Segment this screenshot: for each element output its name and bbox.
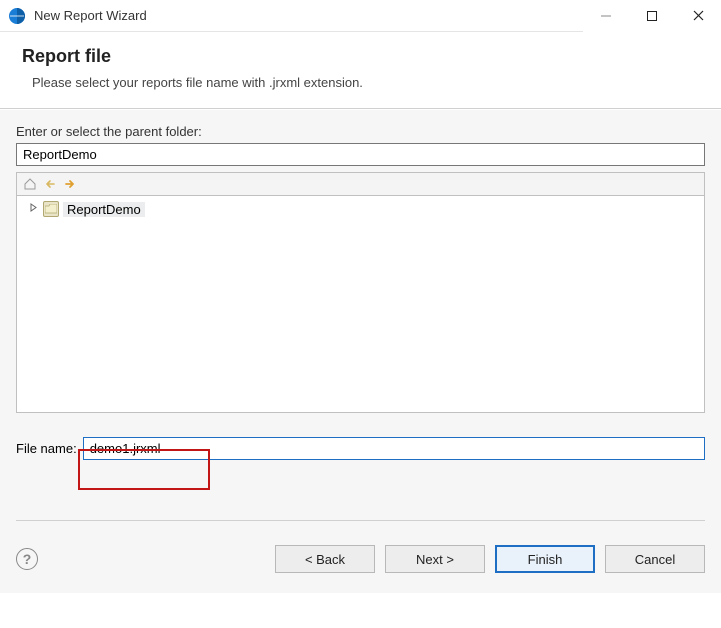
folder-nav-toolbar [16,172,705,195]
filename-row: File name: [16,437,705,460]
filename-label: File name: [16,441,77,456]
wizard-footer: ? < Back Next > Finish Cancel [0,531,721,593]
folder-open-icon [43,201,59,217]
page-title: Report file [22,46,699,67]
wizard-body: Enter or select the parent folder: Repor… [0,109,721,531]
app-icon [8,7,26,25]
window-controls [583,0,721,32]
tree-item[interactable]: ReportDemo [25,200,700,218]
footer-divider [16,520,705,521]
filename-input[interactable] [83,437,705,460]
home-icon[interactable] [22,176,38,192]
tree-expander-icon[interactable] [29,203,39,215]
minimize-button[interactable] [583,0,629,32]
window-title: New Report Wizard [34,8,147,23]
maximize-button[interactable] [629,0,675,32]
cancel-button[interactable]: Cancel [605,545,705,573]
back-arrow-icon[interactable] [42,176,58,192]
back-button[interactable]: < Back [275,545,375,573]
parent-folder-label: Enter or select the parent folder: [16,124,705,139]
help-icon[interactable]: ? [16,548,38,570]
forward-arrow-icon[interactable] [62,176,78,192]
parent-folder-input[interactable] [16,143,705,166]
titlebar: New Report Wizard [0,0,721,32]
page-subtitle: Please select your reports file name wit… [22,75,699,90]
next-button[interactable]: Next > [385,545,485,573]
finish-button[interactable]: Finish [495,545,595,573]
button-row: < Back Next > Finish Cancel [275,545,705,573]
wizard-header: Report file Please select your reports f… [0,32,721,109]
close-button[interactable] [675,0,721,32]
folder-tree[interactable]: ReportDemo [16,195,705,413]
tree-item-label: ReportDemo [63,202,145,217]
